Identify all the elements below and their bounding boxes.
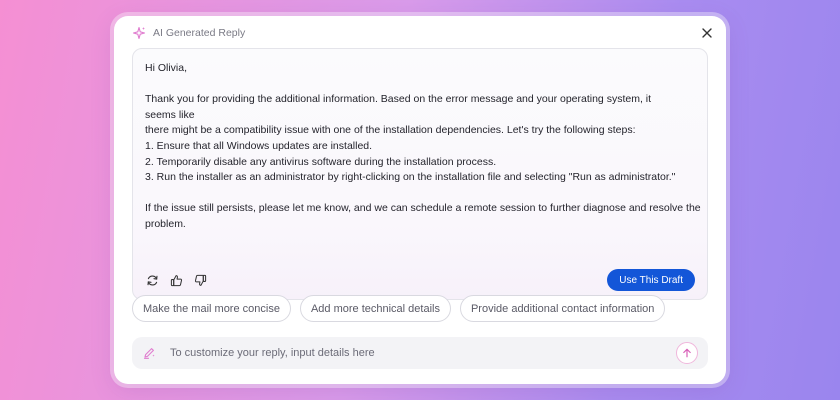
draft-line: there might be a compatibility issue wit… [145, 124, 636, 137]
regenerate-button[interactable] [145, 273, 159, 287]
dialog-title: AI Generated Reply [153, 27, 246, 39]
suggestion-chip[interactable]: Make the mail more concise [132, 295, 291, 322]
dialog-header: AI Generated Reply [114, 16, 726, 50]
draft-line: If the issue still persists, please let … [145, 202, 701, 215]
draft-card: Hi Olivia, Thank you for providing the ad… [132, 48, 708, 300]
send-button[interactable] [676, 342, 698, 364]
sparkle-icon [132, 26, 146, 40]
use-draft-button[interactable]: Use This Draft [607, 269, 695, 291]
draft-text: Hi Olivia, Thank you for providing the ad… [145, 61, 701, 233]
suggestion-chips: Make the mail more concise Add more techn… [132, 295, 666, 322]
ai-reply-dialog: AI Generated Reply Hi Olivia, Thank you f… [114, 16, 726, 384]
customize-reply-input[interactable] [170, 347, 676, 359]
draft-line: 2. Temporarily disable any antivirus sof… [145, 155, 497, 168]
draft-line: seems like [145, 108, 195, 121]
close-button[interactable] [700, 26, 714, 40]
thumbs-down-icon [194, 274, 206, 286]
thumbs-up-icon [170, 274, 182, 286]
draft-line: problem. [145, 217, 186, 230]
draft-line: 3. Run the installer as an administrator… [145, 171, 676, 184]
close-icon [702, 28, 712, 38]
draft-line: Thank you for providing the additional i… [145, 93, 652, 106]
refresh-icon [146, 275, 158, 285]
draft-actions [145, 273, 207, 287]
draft-line: 1. Ensure that all Windows updates are i… [145, 139, 373, 152]
suggestion-chip[interactable]: Add more technical details [299, 295, 451, 322]
edit-pen-icon [142, 346, 156, 360]
suggestion-chip[interactable]: Provide additional contact information [459, 295, 666, 322]
draft-line: Hi Olivia, [145, 62, 188, 74]
thumbs-down-button[interactable] [193, 273, 207, 287]
arrow-up-icon [683, 348, 691, 358]
thumbs-up-button[interactable] [169, 273, 183, 287]
composer [132, 337, 708, 369]
